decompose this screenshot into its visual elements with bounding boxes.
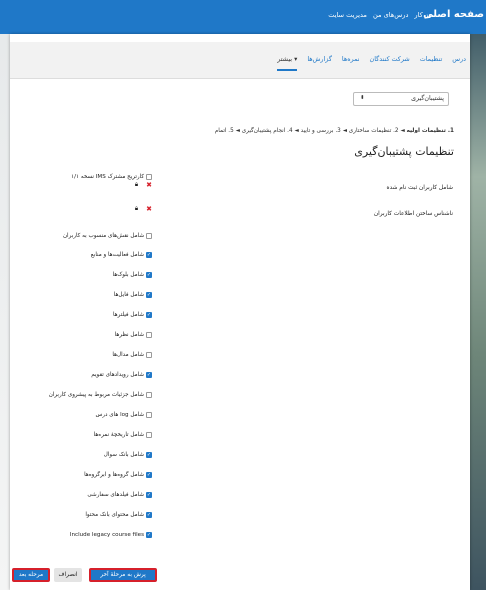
setting-row[interactable]: ✓ شامل بانک سوال <box>104 450 152 460</box>
setting-row[interactable]: شامل مدال‌ها <box>112 350 152 360</box>
jump-to-final-step-button[interactable]: پرش به مرحلهٔ آخر <box>89 568 157 582</box>
lock-icon: 🔒︎ <box>134 205 139 212</box>
next-button[interactable]: مرحله بعد <box>12 568 50 582</box>
stepper-current-step: 1. تنظیمات اولیه <box>406 128 454 134</box>
anonymize-users-label: ناشناس ساختن اطلاعات کاربران <box>373 211 453 217</box>
tab-reports[interactable]: گزارش‌ها <box>307 55 332 71</box>
checkbox-checked[interactable]: ✓ <box>146 472 152 478</box>
select-arrow-icon: ⬍ <box>360 95 365 101</box>
setting-row[interactable]: شامل نقش‌های منسوب به کاربران <box>63 231 152 241</box>
main-panel: درس تنظیمات شرکت کنندگان نمره‌ها گزارش‌ه… <box>10 34 470 590</box>
setting-label: شامل جزئیات مربوط به پیشروی کاربران <box>48 392 144 398</box>
page-title: تنظیمات پشتیبان‌گیری <box>354 145 454 158</box>
tab-more[interactable]: بیشتر ▾ <box>277 55 298 71</box>
include-users-label: شامل کاربران ثبت نام شده <box>386 185 453 191</box>
checkbox-unchecked[interactable] <box>146 412 152 418</box>
setting-label: شامل log های درس <box>95 412 144 418</box>
setting-label: شامل نقش‌های منسوب به کاربران <box>62 233 144 239</box>
setting-row[interactable]: ✓ شامل محتوای بانک محتوا <box>85 510 152 520</box>
checkbox-checked[interactable]: ✓ <box>146 252 152 258</box>
setting-row[interactable]: ✓ شامل فایل‌ها <box>114 290 152 300</box>
setting-label: شامل بلوک‌ها <box>112 272 144 278</box>
top-nav-links: میز کار درس‌های من مدیریت سایت <box>328 11 434 19</box>
setting-row[interactable]: ✓ شامل فعالیت‌ها و منابع <box>91 250 152 260</box>
setting-row[interactable]: ✓ شامل فیلدهای سفارشی <box>87 490 152 500</box>
checkbox-checked[interactable]: ✓ <box>146 532 152 538</box>
setting-row[interactable]: شامل تاریخچهٔ نمره‌ها <box>94 430 152 440</box>
checkbox-unchecked[interactable] <box>146 332 152 338</box>
checkbox-unchecked[interactable] <box>146 432 152 438</box>
setting-row[interactable]: کارتریج مشترک IMS نسخه ۱/۱ <box>71 172 152 182</box>
checkbox-unchecked[interactable] <box>146 174 152 180</box>
tab-participants[interactable]: شرکت کنندگان <box>370 55 410 71</box>
checkbox-checked[interactable]: ✓ <box>146 452 152 458</box>
setting-label: شامل فعالیت‌ها و منابع <box>90 252 144 258</box>
setting-row[interactable]: ✓ Include legacy course files <box>70 530 152 540</box>
setting-row[interactable]: شامل جزئیات مربوط به پیشروی کاربران <box>49 390 152 400</box>
backup-action-select[interactable]: پشتیبان‌گیری ⬍ <box>353 92 449 106</box>
setting-row[interactable]: ✓ شامل رویدادهای تقویم <box>91 370 152 380</box>
background-image <box>470 0 486 590</box>
setting-label: شامل مدال‌ها <box>112 352 144 358</box>
setting-label: شامل محتوای بانک محتوا <box>85 512 144 518</box>
setting-row[interactable]: ✓ شامل گروه‌ها و ابرگروه‌ها <box>84 470 152 480</box>
setting-row[interactable]: شامل log های درس <box>95 410 152 420</box>
setting-label: شامل فایل‌ها <box>113 292 144 298</box>
tab-settings[interactable]: تنظیمات <box>420 55 443 71</box>
checkbox-checked[interactable]: ✓ <box>146 512 152 518</box>
setting-row[interactable]: شامل نظرها <box>115 330 152 340</box>
top-navbar: صفحه اصلی میز کار درس‌های من مدیریت سایت <box>0 0 486 34</box>
cross-icon: ✖ <box>146 181 152 189</box>
checkbox-checked[interactable]: ✓ <box>146 492 152 498</box>
backup-select-value: پشتیبان‌گیری <box>411 95 444 102</box>
stepper-remaining-steps: ◄ 2. تنظیمات ساختاری ◄ 3. بررسی و تایید … <box>214 128 407 134</box>
setting-label: شامل تاریخچهٔ نمره‌ها <box>93 432 144 438</box>
checkbox-checked[interactable]: ✓ <box>146 292 152 298</box>
setting-label: شامل بانک سوال <box>103 452 144 458</box>
cancel-button[interactable]: انصراف <box>54 568 82 582</box>
nav-site-admin[interactable]: مدیریت سایت <box>328 11 367 19</box>
setting-label: شامل فیلدهای سفارشی <box>87 492 144 498</box>
setting-label: شامل نظرها <box>114 332 144 338</box>
setting-label: Include legacy course files <box>69 532 144 538</box>
setting-label: شامل رویدادهای تقویم <box>91 372 144 378</box>
checkbox-checked[interactable]: ✓ <box>146 312 152 318</box>
checkbox-unchecked[interactable] <box>146 392 152 398</box>
nav-dashboard[interactable]: میز کار <box>414 11 434 19</box>
nav-my-courses[interactable]: درس‌های من <box>373 11 408 19</box>
setting-label: شامل گروه‌ها و ابرگروه‌ها <box>84 472 144 478</box>
background-left-strip <box>0 0 10 590</box>
lock-icon: 🔒︎ <box>134 181 139 188</box>
tab-grades[interactable]: نمره‌ها <box>342 55 360 71</box>
cross-icon: ✖ <box>146 205 152 213</box>
setting-label: کارتریج مشترک IMS نسخه ۱/۱ <box>71 174 144 180</box>
setting-row[interactable]: ✓ شامل بلوک‌ها <box>113 270 152 280</box>
tab-course[interactable]: درس <box>452 55 466 71</box>
checkbox-checked[interactable]: ✓ <box>146 272 152 278</box>
setting-label: شامل فیلترها <box>112 312 144 318</box>
checkbox-unchecked[interactable] <box>146 233 152 239</box>
checkbox-unchecked[interactable] <box>146 352 152 358</box>
backup-stepper: 1. تنظیمات اولیه ◄ 2. تنظیمات ساختاری ◄ … <box>215 128 454 134</box>
secondary-navigation: درس تنظیمات شرکت کنندگان نمره‌ها گزارش‌ه… <box>10 42 470 79</box>
anonymize-row: 🔒︎ ✖ <box>135 204 152 214</box>
setting-row[interactable]: ✓ شامل فیلترها <box>113 310 152 320</box>
course-tabs: درس تنظیمات شرکت کنندگان نمره‌ها گزارش‌ه… <box>277 55 466 71</box>
checkbox-checked[interactable]: ✓ <box>146 372 152 378</box>
